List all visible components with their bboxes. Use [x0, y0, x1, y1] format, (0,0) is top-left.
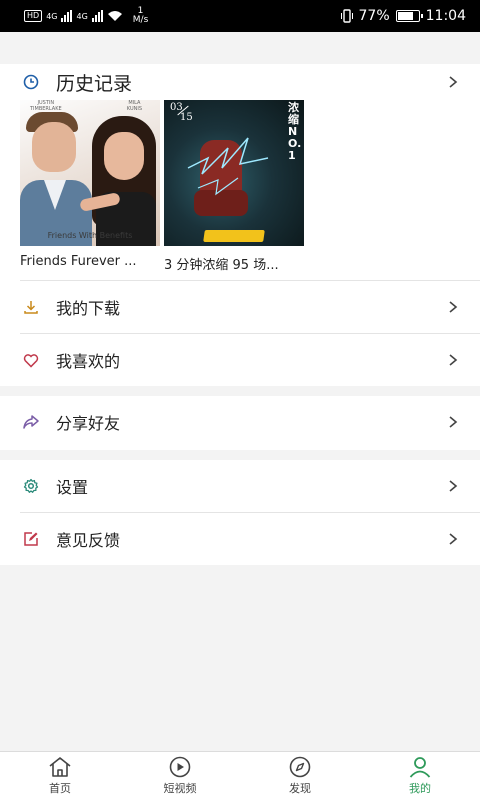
menu-item-feedback[interactable]: 意见反馈: [0, 513, 480, 565]
history-title: 历史记录: [56, 72, 133, 95]
status-bar: HD 4G 4G 1 M/s 77% 11:04: [0, 0, 480, 32]
signal-icon-2: [91, 10, 103, 22]
history-list: JUSTIN TIMBERLAKE MILA KUNIS Friends Wit…: [0, 100, 480, 273]
menu-label: 我喜欢的: [56, 352, 121, 371]
vibrate-icon: [340, 9, 353, 23]
hd-badge: HD: [24, 10, 43, 22]
share-card: 分享好友: [0, 396, 480, 450]
history-item[interactable]: 03 15 浓缩NO.1 3 分钟浓缩 95 场...: [164, 100, 304, 273]
network-4g-2: 4G: [76, 11, 88, 21]
library-card: 我的下载 我喜欢的: [0, 280, 480, 386]
chevron-right-icon: [449, 533, 458, 545]
menu-label: 我的下载: [56, 299, 121, 318]
download-icon: [20, 296, 42, 318]
share-icon: [20, 411, 42, 433]
history-item-title: Friends Furever ...: [20, 254, 137, 269]
poster-hero-academia: 03 15 浓缩NO.1: [164, 100, 304, 246]
nav-mine[interactable]: 我的: [360, 752, 480, 800]
menu-label: 分享好友: [56, 414, 121, 433]
poster-actor-last-2: KUNIS: [126, 106, 142, 112]
play-icon: [169, 756, 191, 778]
poster-date-bottom: 15: [180, 112, 193, 123]
chevron-right-icon: [449, 301, 458, 313]
menu-label: 意见反馈: [56, 531, 121, 550]
net-speed: 1 M/s: [133, 7, 149, 25]
history-header[interactable]: 历史记录: [0, 64, 480, 100]
nav-short-video[interactable]: 短视频: [120, 752, 240, 800]
menu-item-download[interactable]: 我的下载: [0, 281, 480, 333]
history-item[interactable]: JUSTIN TIMBERLAKE MILA KUNIS Friends Wit…: [20, 100, 160, 273]
poster-side-text: 浓缩NO.1: [288, 101, 302, 162]
signal-icon: [61, 10, 73, 22]
network-4g-1: 4G: [46, 11, 58, 21]
nav-label: 发现: [289, 782, 311, 795]
nav-label: 我的: [409, 782, 431, 795]
battery-icon: [395, 10, 423, 22]
menu-item-share[interactable]: 分享好友: [0, 396, 480, 448]
net-speed-unit: M/s: [132, 15, 149, 25]
menu-item-settings[interactable]: 设置: [0, 460, 480, 512]
nav-home[interactable]: 首页: [0, 752, 120, 800]
menu-item-favorite[interactable]: 我喜欢的: [0, 334, 480, 386]
nav-label: 首页: [49, 782, 71, 795]
chevron-right-icon: [449, 76, 458, 88]
settings-card: 设置 意见反馈: [0, 460, 480, 565]
heart-icon: [20, 349, 42, 371]
chevron-right-icon: [449, 354, 458, 366]
nav-label: 短视频: [163, 782, 197, 795]
edit-icon: [20, 528, 42, 550]
chevron-right-icon: [449, 416, 458, 428]
clock-icon: [20, 71, 42, 93]
user-icon: [409, 757, 431, 778]
status-left: HD 4G 4G 1 M/s: [24, 7, 148, 25]
lightning-icon: [187, 137, 269, 196]
wifi-icon: [107, 11, 122, 21]
bottom-nav: 首页 短视频 发现 我的: [0, 751, 480, 800]
gear-icon: [20, 475, 42, 497]
menu-label: 设置: [56, 478, 89, 497]
battery-percent: 77%: [358, 8, 390, 24]
history-card: 历史记录 JUSTIN TIMBERLAKE MILA KUNIS Friend…: [0, 64, 480, 280]
poster-tagline: Friends With Benefits: [47, 231, 133, 240]
poster-friends-with-benefits: JUSTIN TIMBERLAKE MILA KUNIS Friends Wit…: [20, 100, 160, 246]
chevron-right-icon: [449, 480, 458, 492]
nav-discover[interactable]: 发现: [240, 752, 360, 800]
clock: 11:04: [425, 8, 466, 24]
compass-icon: [289, 756, 311, 778]
home-icon: [49, 757, 71, 777]
history-item-title: 3 分钟浓缩 95 场...: [164, 258, 279, 273]
status-right: 77% 11:04: [340, 8, 466, 24]
